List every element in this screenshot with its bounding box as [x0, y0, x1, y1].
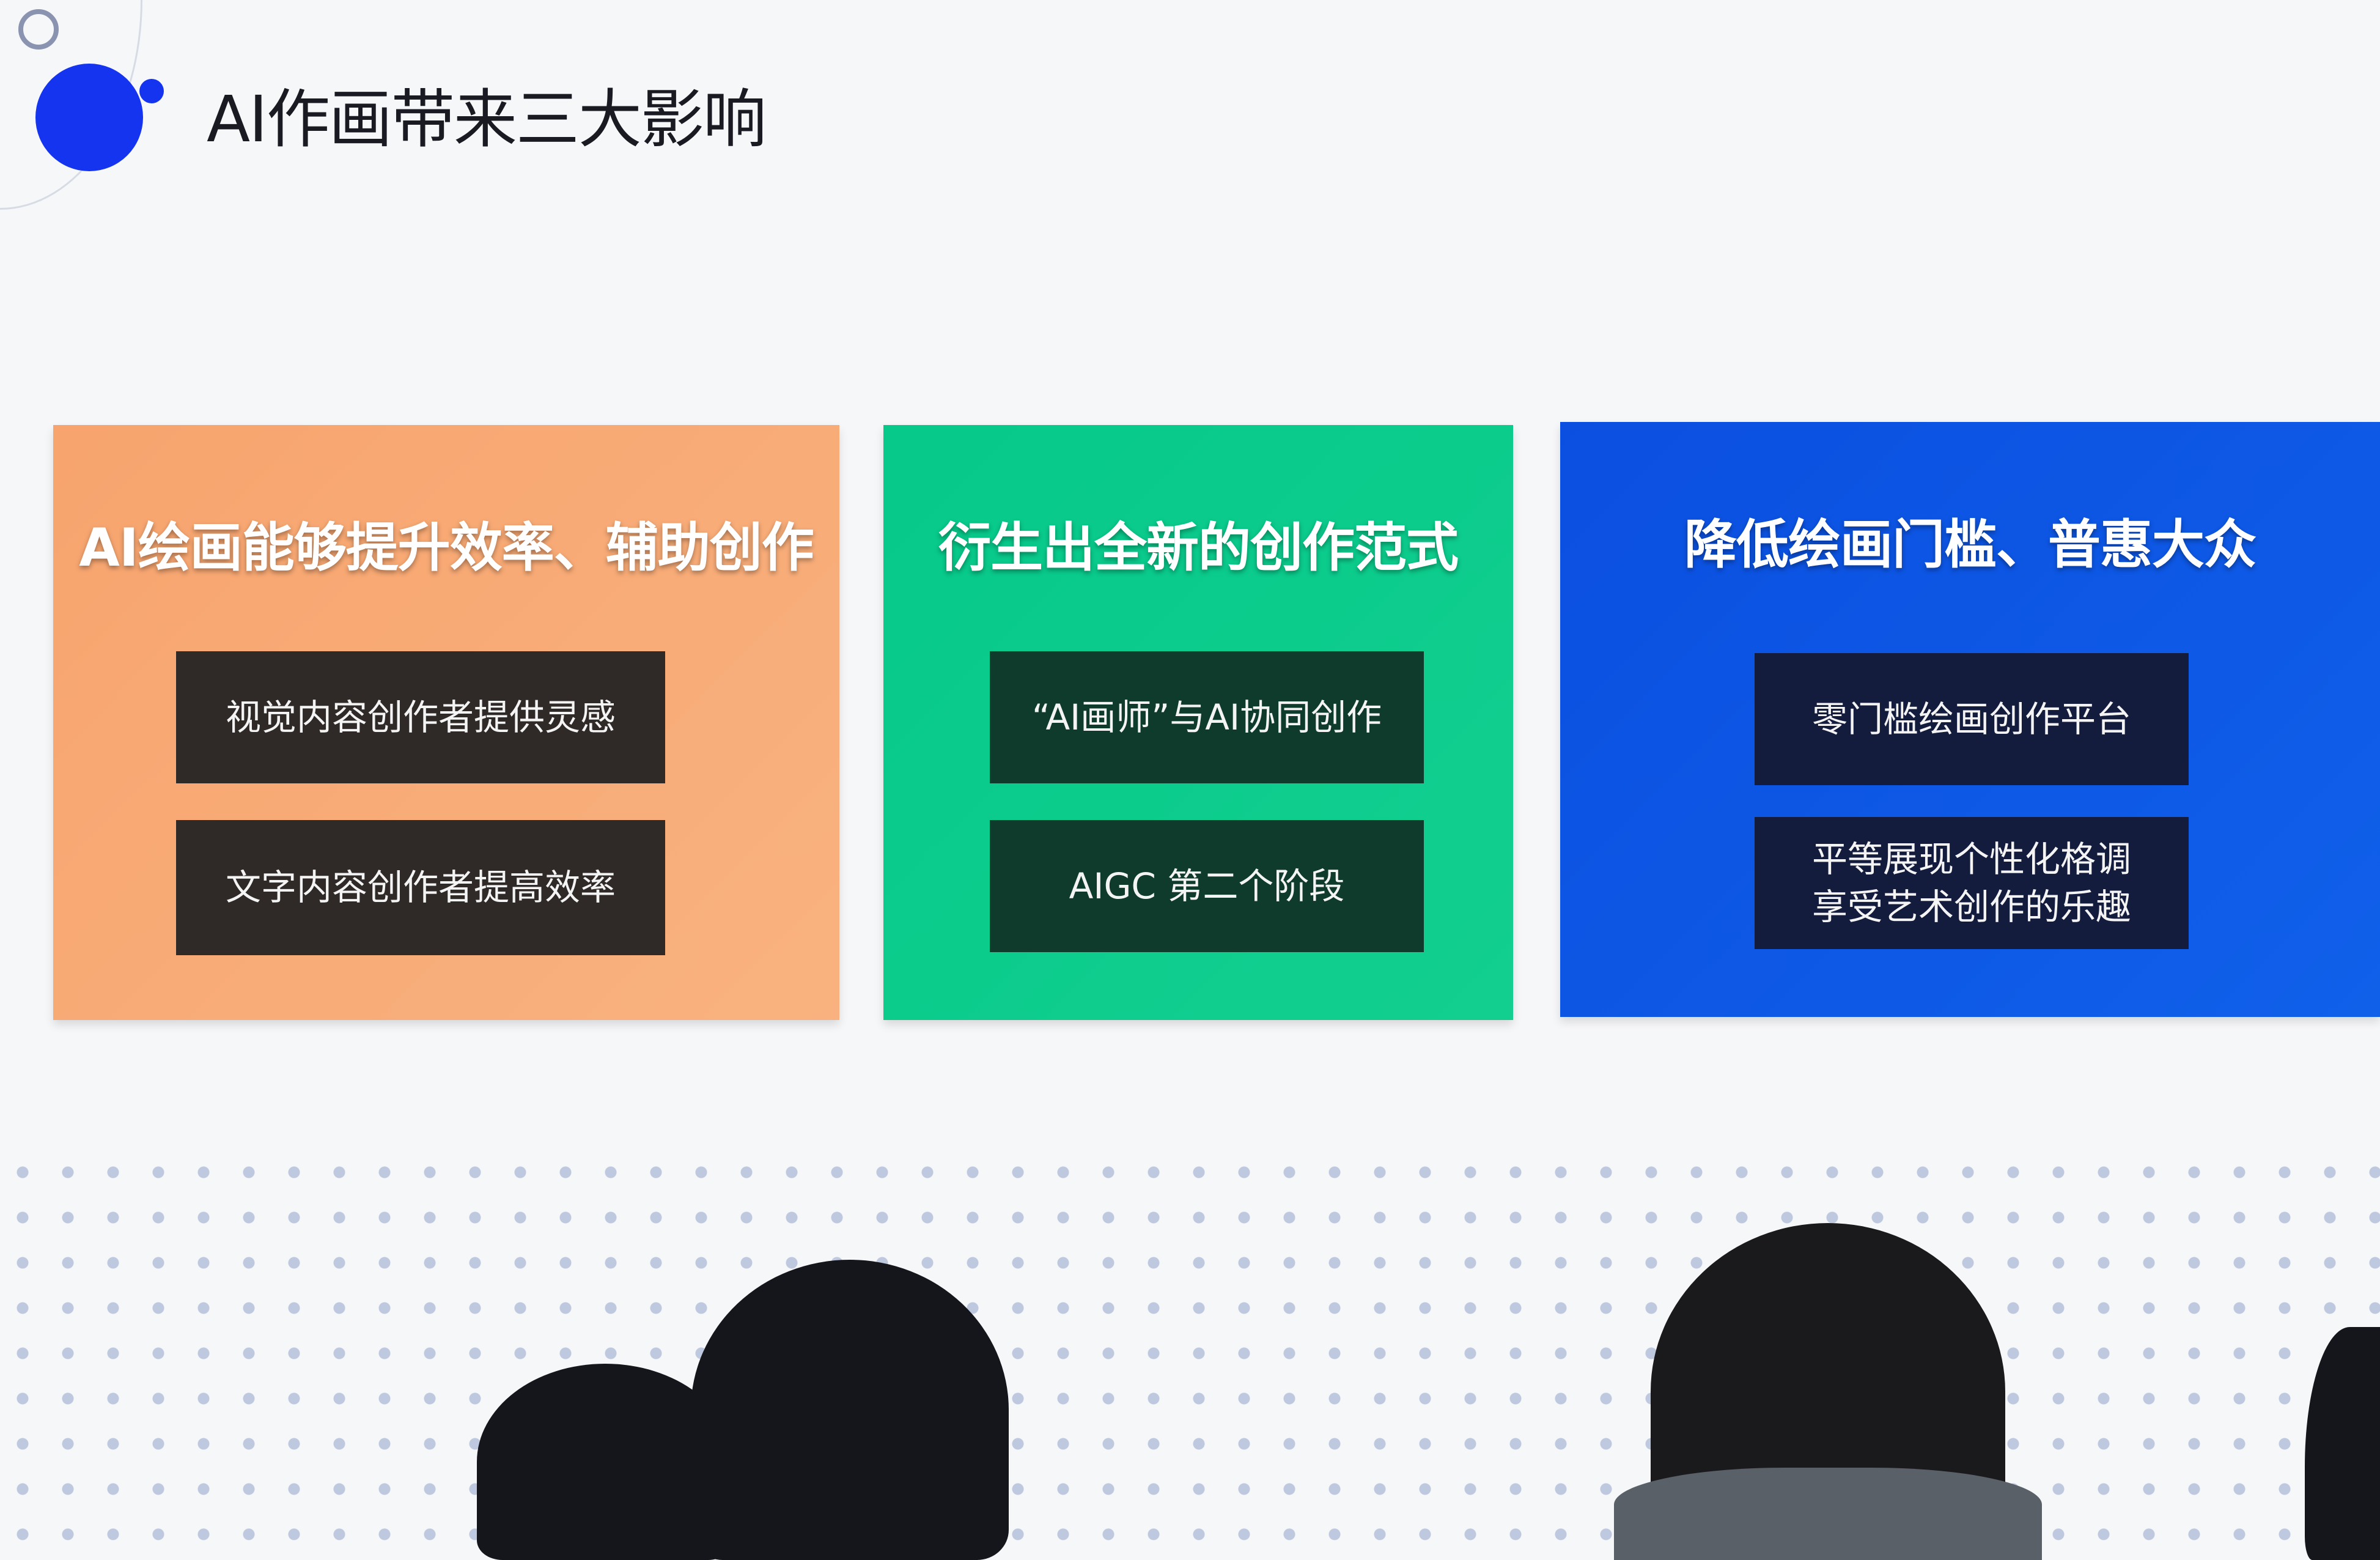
card-item: 平等展现个性化格调 享受艺术创作的乐趣 [1755, 817, 2189, 949]
card-item: 视觉内容创作者提供灵感 [176, 651, 665, 783]
audience-shoulders [1614, 1468, 2042, 1560]
logo-circle-icon [35, 64, 143, 171]
card-heading: 降低绘画门槛、普惠大众 [1684, 514, 2257, 575]
logo-dot-icon [139, 79, 164, 103]
card-efficiency: AI绘画能够提升效率、辅助创作 视觉内容创作者提供灵感 文字内容创作者提高效率 [53, 425, 839, 1020]
card-item: “AI画师”与AI协同创作 [990, 651, 1424, 783]
card-paradigm: 衍生出全新的创作范式 “AI画师”与AI协同创作 AIGC 第二个阶段 [883, 425, 1513, 1020]
card-item: 文字内容创作者提高效率 [176, 820, 665, 955]
slide-title: AI作画带来三大影响 [207, 82, 767, 157]
card-accessibility: 降低绘画门槛、普惠大众 零门槛绘画创作平台 平等展现个性化格调 享受艺术创作的乐… [1560, 422, 2380, 1017]
audience-silhouette [691, 1260, 1009, 1560]
card-item: 零门槛绘画创作平台 [1755, 653, 2189, 785]
card-item: AIGC 第二个阶段 [990, 820, 1424, 952]
card-heading: 衍生出全新的创作范式 [938, 517, 1459, 579]
card-heading: AI绘画能够提升效率、辅助创作 [79, 517, 814, 579]
ring-icon [18, 9, 59, 50]
